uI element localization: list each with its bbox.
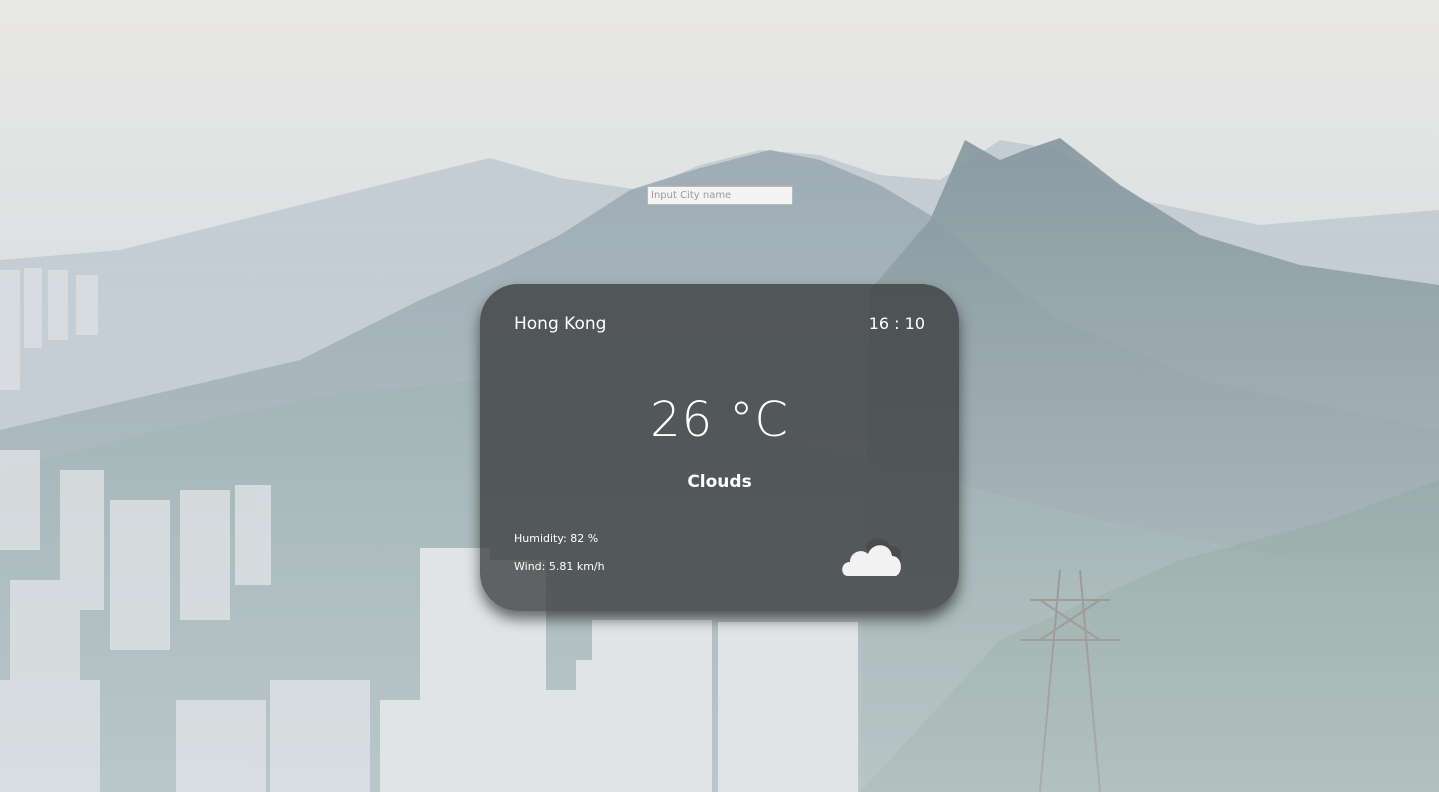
city-name: Hong Kong [514,314,607,334]
temperature: 26 °C [650,392,789,448]
weather-condition: Clouds [687,472,752,492]
wind-text: Wind: 5.81 km/h [514,560,605,573]
cloud-icon [840,532,906,580]
local-time: 16 : 10 [868,314,925,333]
weather-card: Hong Kong 16 : 10 26 °C Clouds Humidity:… [480,284,959,611]
humidity-text: Humidity: 82 % [514,532,599,545]
city-search-input[interactable] [647,186,793,205]
